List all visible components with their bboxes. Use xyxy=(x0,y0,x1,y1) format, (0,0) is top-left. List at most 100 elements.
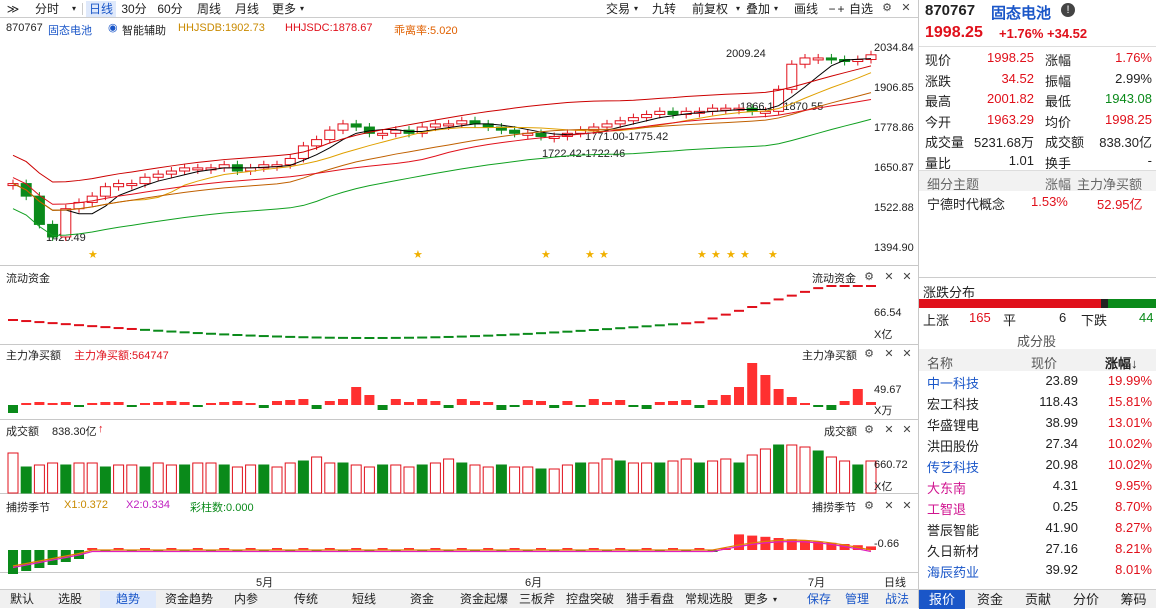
comp-name[interactable]: 中一科技 xyxy=(927,373,979,392)
tab-select[interactable]: 选股 xyxy=(50,591,90,608)
comp-price: 41.90 xyxy=(1045,520,1078,535)
comp-name[interactable]: 大东南 xyxy=(927,478,966,497)
net-bar xyxy=(100,402,111,405)
tab-trend[interactable]: 趋势 xyxy=(100,591,156,608)
volume-bar xyxy=(575,462,587,494)
comp-name[interactable]: 誉辰智能 xyxy=(927,520,979,539)
tab-monthly[interactable]: 月线 xyxy=(232,1,262,17)
nine-turn-button[interactable]: 九转 xyxy=(650,1,678,17)
upper-band xyxy=(12,65,872,183)
close-icon[interactable]: ✕ xyxy=(900,499,914,513)
volume-bar xyxy=(693,462,705,494)
tab-weekly[interactable]: 周线 xyxy=(194,1,224,17)
close-icon[interactable]: ✕ xyxy=(900,423,914,437)
comp-name[interactable]: 海辰药业 xyxy=(927,562,979,581)
topic-name[interactable]: 宁德时代概念 xyxy=(927,194,1005,213)
trade-button[interactable]: 交易 xyxy=(604,1,632,17)
adjust-button[interactable]: 前复权 xyxy=(688,1,732,17)
tab-quote[interactable]: 报价 xyxy=(919,590,965,609)
tab-minute[interactable]: 分时 xyxy=(30,1,64,17)
candle xyxy=(509,129,521,134)
tab-default[interactable]: 默认 xyxy=(4,591,40,608)
close-icon[interactable]: ✕ xyxy=(900,347,914,361)
net-bar xyxy=(34,402,45,405)
settings-icon[interactable]: ⚙ xyxy=(862,499,876,513)
tab-short[interactable]: 短线 xyxy=(340,591,388,608)
tab-control[interactable]: 控盘突破 xyxy=(562,591,618,608)
comp-name[interactable]: 工智退 xyxy=(927,499,966,518)
settings-icon[interactable]: ⚙ xyxy=(862,270,876,284)
star-icon: ★ xyxy=(711,249,721,261)
tab-more[interactable]: 更多 xyxy=(742,591,770,608)
volume-bar xyxy=(7,452,19,494)
info-icon[interactable]: ! xyxy=(1061,3,1075,17)
net-bar xyxy=(800,403,810,405)
comp-name[interactable]: 洪田股份 xyxy=(927,436,979,455)
tab-daily[interactable]: 日线 xyxy=(86,1,116,17)
net-title: 主力净买额 xyxy=(6,350,61,362)
star-icon: ★ xyxy=(697,249,707,261)
close-icon[interactable]: ✕ xyxy=(882,423,896,437)
tab-three-axes[interactable]: 三板斧 xyxy=(516,591,558,608)
net-bar xyxy=(417,399,428,405)
volume-bar xyxy=(258,464,270,494)
close-icon[interactable]: ✕ xyxy=(899,1,913,15)
close-icon[interactable]: ✕ xyxy=(900,270,914,284)
comp-header-name[interactable]: 名称 xyxy=(927,353,953,372)
tab-60min[interactable]: 60分 xyxy=(156,1,184,17)
volume-bar xyxy=(416,464,428,494)
settings-icon[interactable]: ⚙ xyxy=(862,347,876,361)
comp-name[interactable]: 传艺科技 xyxy=(927,457,979,476)
tab-insider[interactable]: 内参 xyxy=(222,591,270,608)
volume-bar xyxy=(113,464,125,494)
close-icon[interactable]: ✕ xyxy=(882,499,896,513)
settings-icon[interactable]: ⚙ xyxy=(880,1,894,15)
comp-name[interactable]: 久日新材 xyxy=(927,541,979,560)
save-button[interactable]: 保存 xyxy=(804,590,834,609)
manage-button[interactable]: 管理 xyxy=(842,590,872,609)
tab-chips[interactable]: 筹码 xyxy=(1111,590,1156,609)
net-bar xyxy=(60,402,71,405)
chart-area[interactable]: 870767 固态电池 ◉ 智能辅助 HHJSDB:1902.73 HHJSDC… xyxy=(0,18,918,590)
close-icon[interactable]: ✕ xyxy=(882,347,896,361)
candle xyxy=(377,132,389,136)
quote-label: 涨跌 xyxy=(925,73,952,89)
dropdown-icon[interactable]: ▾ xyxy=(70,1,78,17)
quote-change: +34.52 xyxy=(1047,26,1088,41)
strategy-button[interactable]: 战法 xyxy=(880,590,914,609)
net-bar xyxy=(747,363,758,405)
volume-bar xyxy=(588,462,600,494)
plus-icon[interactable]: + xyxy=(836,1,846,17)
tab-hunter[interactable]: 猎手看盘 xyxy=(622,591,678,608)
overlay-button[interactable]: 叠加 xyxy=(744,1,772,17)
tab-contribution[interactable]: 贡献 xyxy=(1015,590,1061,609)
watchlist-button[interactable]: 自选 xyxy=(846,1,876,17)
tab-30min[interactable]: 30分 xyxy=(120,1,148,17)
comp-header-pct[interactable]: 涨幅↓ xyxy=(1105,353,1138,372)
candle xyxy=(641,113,653,119)
comp-name[interactable]: 宏工科技 xyxy=(927,394,979,413)
flow-unit: X亿 xyxy=(874,329,893,341)
tab-fund-burst[interactable]: 资金起爆 xyxy=(456,591,512,608)
comp-header-price[interactable]: 现价 xyxy=(1031,353,1057,372)
comp-name[interactable]: 华盛锂电 xyxy=(927,415,979,434)
draw-button[interactable]: 画线 xyxy=(792,1,820,17)
close-icon[interactable]: ✕ xyxy=(882,270,896,284)
net-bar xyxy=(707,400,718,405)
star-icon: ★ xyxy=(599,249,609,261)
tab-regular[interactable]: 常规选股 xyxy=(680,591,738,608)
collapse-icon[interactable]: ≫ xyxy=(6,1,20,17)
volume-bar xyxy=(311,456,323,494)
tab-fund[interactable]: 资金 xyxy=(398,591,446,608)
season-bars: 彩柱数:0.000 xyxy=(190,502,254,514)
tab-traditional[interactable]: 传统 xyxy=(282,591,330,608)
tab-fund-trend[interactable]: 资金趋势 xyxy=(160,591,218,608)
settings-icon[interactable]: ⚙ xyxy=(862,423,876,437)
volume-bar xyxy=(746,454,758,494)
quote-panel: 870767 固态电池 ! 1998.25 +1.76% +34.52 现价 19… xyxy=(919,0,1156,609)
tab-more[interactable]: 更多 xyxy=(270,1,298,17)
tab-fund[interactable]: 资金 xyxy=(967,590,1013,609)
net-bar xyxy=(575,405,586,407)
tab-price-dist[interactable]: 分价 xyxy=(1063,590,1109,609)
volume-bar xyxy=(733,462,745,494)
